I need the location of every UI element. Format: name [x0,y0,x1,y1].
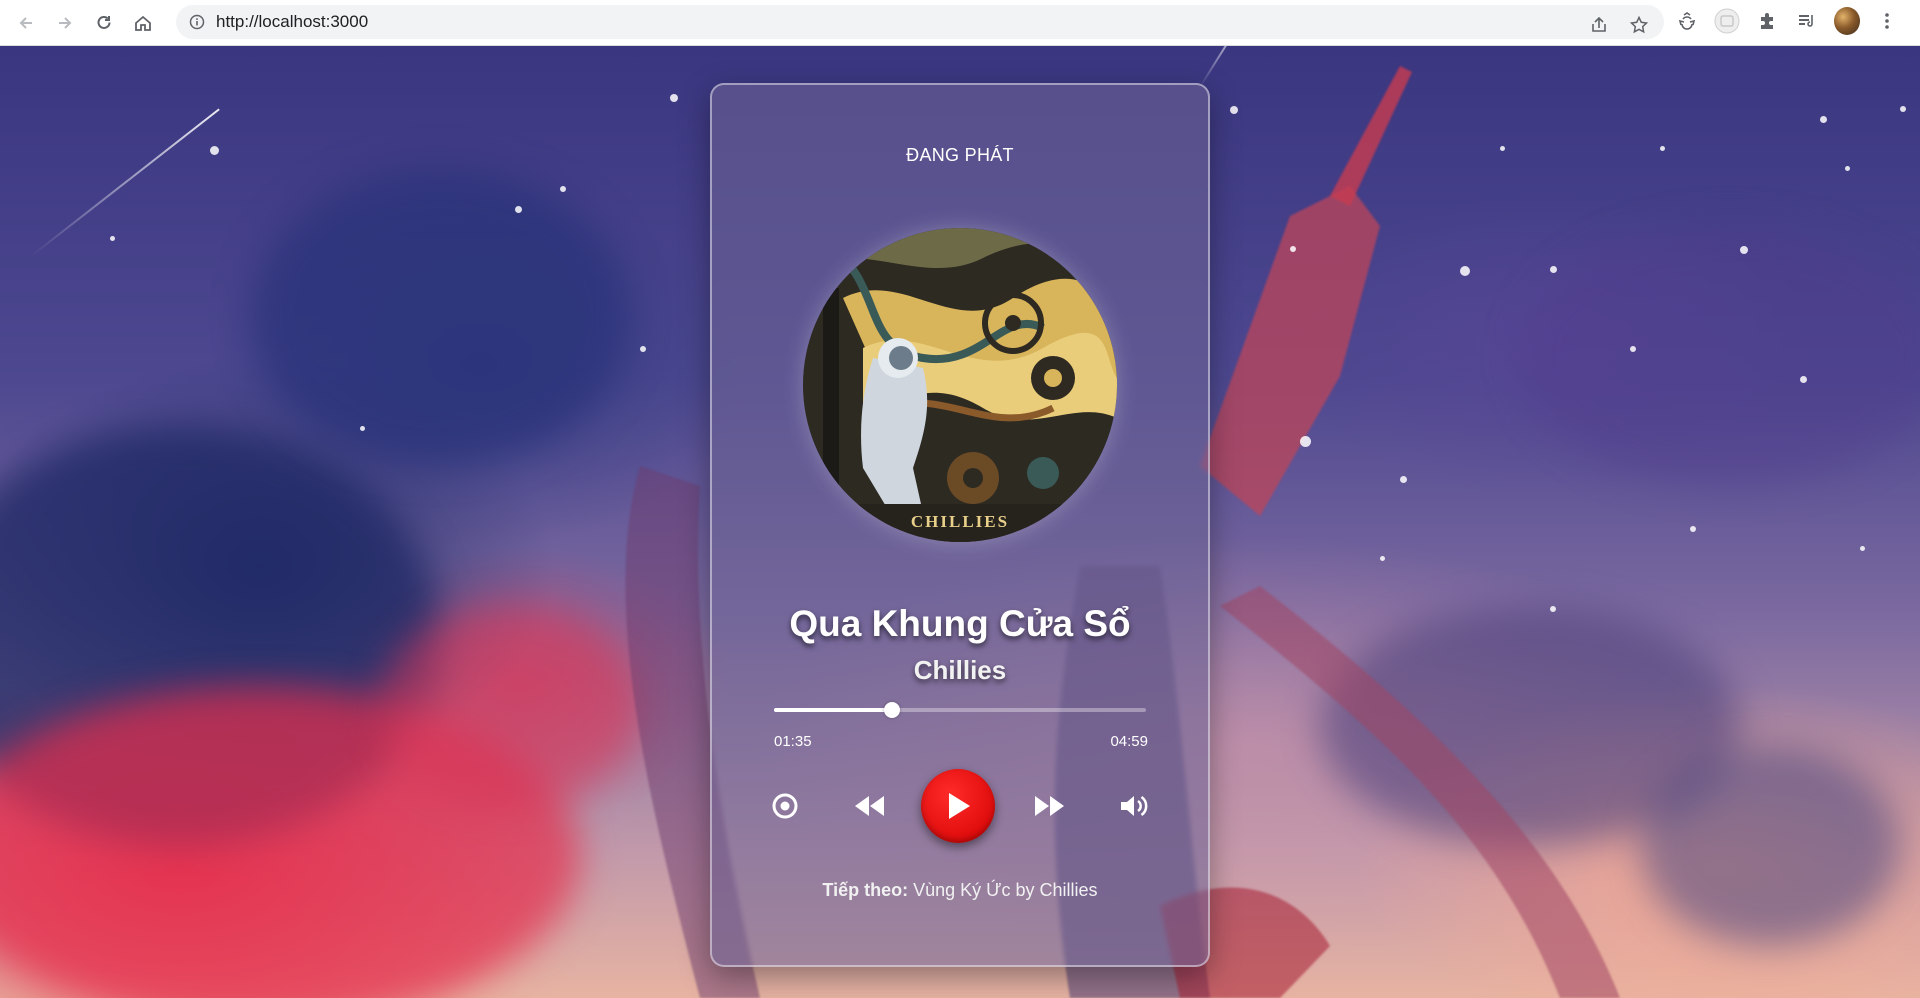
play-icon [949,793,970,819]
next-track-name: Vùng Ký Ức by Chillies [913,880,1098,900]
back-icon [19,16,32,29]
forward-icon [59,16,72,29]
playback-controls [712,769,1208,843]
puzzle-icon[interactable] [1754,8,1780,34]
share-icon[interactable] [1586,12,1612,38]
extension-badge-icon[interactable] [1714,8,1740,34]
volume-icon [1121,795,1148,817]
reload-icon [97,15,111,29]
star-icon[interactable] [1626,12,1652,38]
recycle-icon[interactable] [1674,8,1700,34]
reload-button[interactable] [90,9,118,37]
rewind-button[interactable] [853,790,887,822]
track-title: Qua Khung Cửa Sổ [789,603,1131,644]
total-time: 04:59 [1110,733,1148,750]
progress-fill [774,708,893,712]
forward-button[interactable] [51,9,79,37]
back-button[interactable] [12,9,40,37]
volume-button[interactable] [1117,790,1151,822]
menu-icon[interactable] [1874,8,1900,34]
home-icon [135,15,151,31]
fast-forward-icon [1035,796,1064,816]
album-cover: CHILLIES [803,228,1117,542]
profile-avatar[interactable] [1834,7,1860,35]
next-track: Tiếp theo: Vùng Ký Ức by Chillies [712,880,1208,901]
track-artist: Chillies [913,655,1007,685]
music-player-card: ĐANG PHÁT CHILLIES Qua Khung Cửa Sổ Chil… [710,83,1210,967]
address-bar[interactable]: http://localhost:3000 [176,5,1664,39]
current-time: 01:35 [774,733,812,750]
cover-text: CHILLIES [910,512,1010,531]
repeat-icon [772,793,798,819]
repeat-button[interactable] [771,792,799,820]
fast-forward-button[interactable] [1032,790,1066,822]
next-label: Tiếp theo: [822,880,909,900]
home-button[interactable] [129,9,157,37]
browser-toolbar: http://localhost:3000 [0,0,1920,46]
progress-bar[interactable] [774,702,1146,718]
url-text[interactable]: http://localhost:3000 [216,12,368,32]
play-button[interactable] [921,769,995,843]
now-playing-header: ĐANG PHÁT [906,145,1014,165]
rewind-icon [855,796,884,816]
media-queue-icon[interactable] [1794,8,1820,34]
progress-thumb[interactable] [884,702,901,718]
info-icon[interactable] [188,13,206,31]
